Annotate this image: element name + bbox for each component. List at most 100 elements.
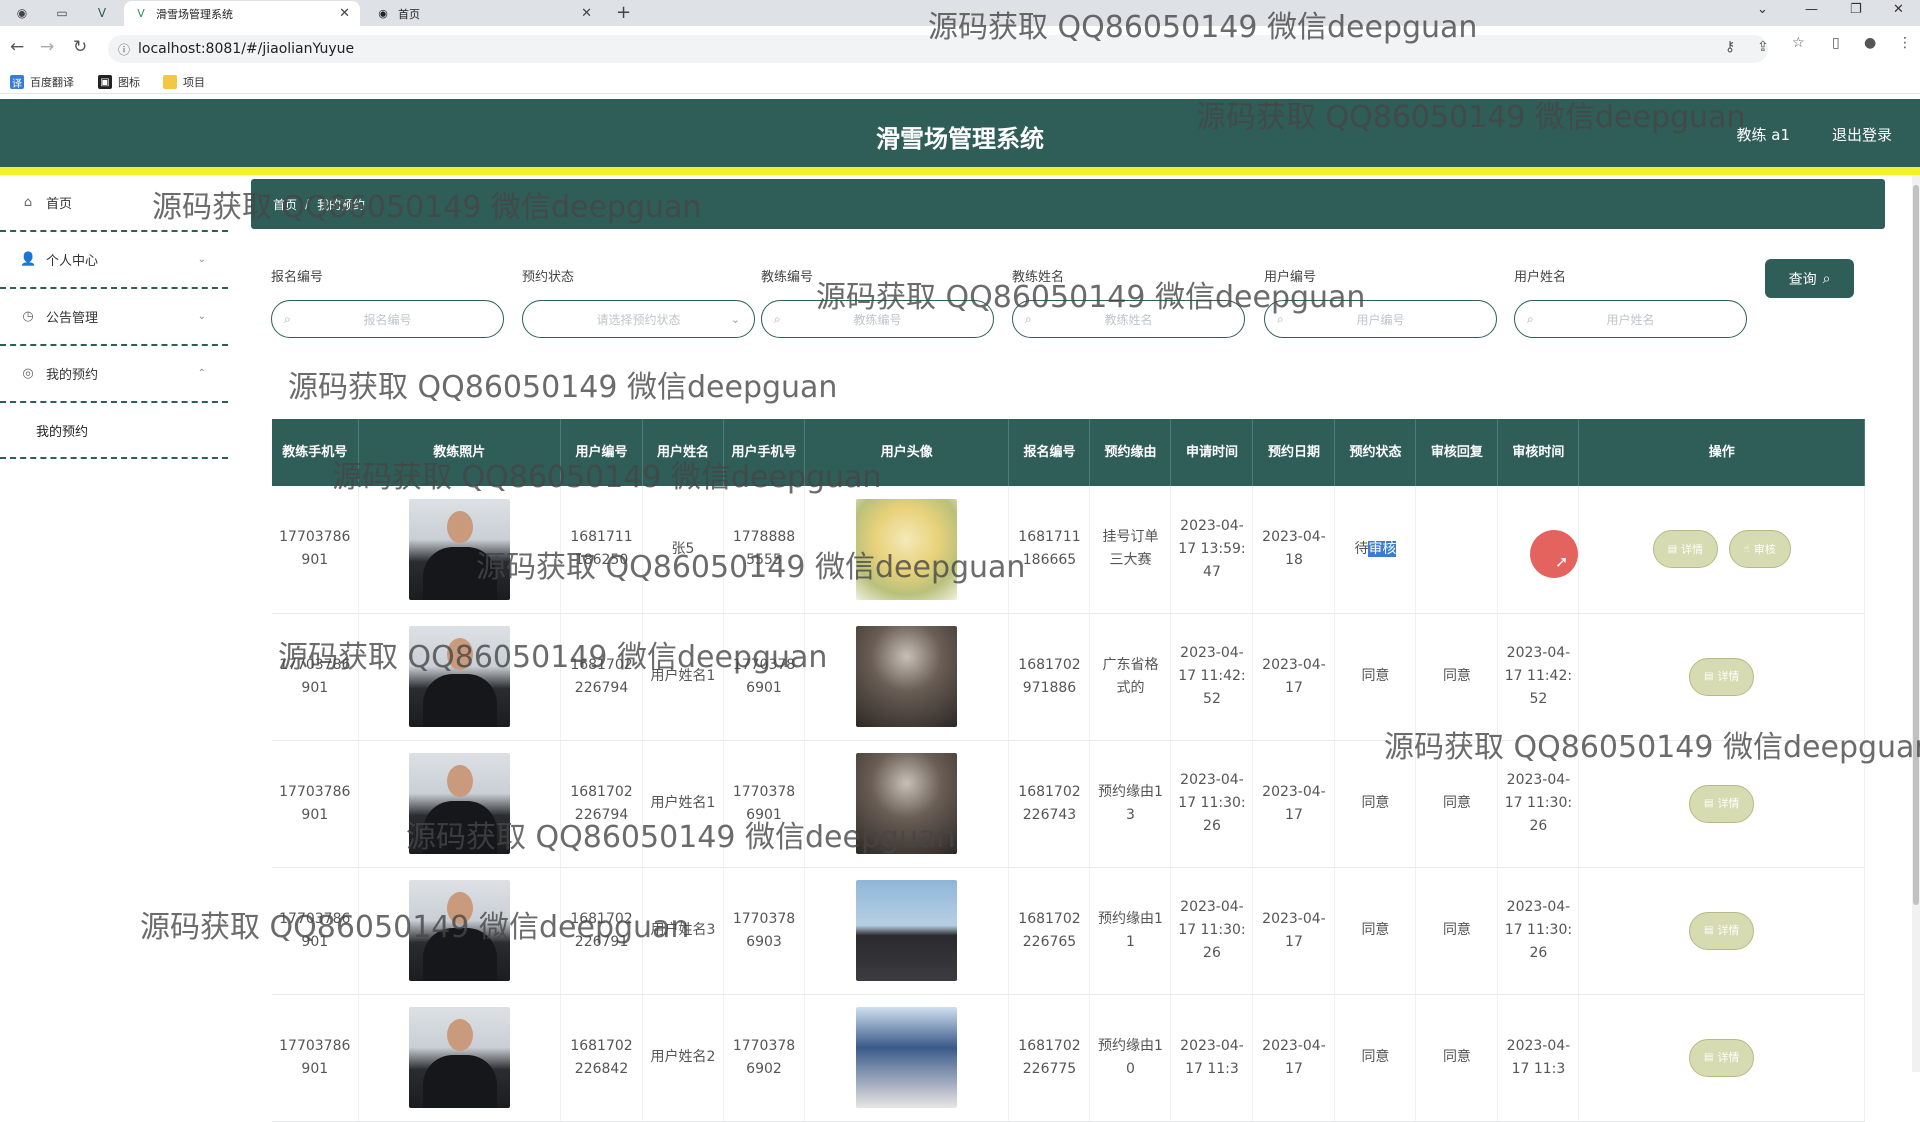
search-icon: ⌕ <box>1025 311 1032 326</box>
chevron-down-icon[interactable]: ⌄ <box>1757 2 1768 17</box>
breadcrumb-separator: / <box>305 197 310 211</box>
compass-icon: ◎ <box>22 366 34 381</box>
placeholder: 教练编号 <box>853 312 902 327</box>
user-phone-cell: 17703786901 <box>723 613 805 741</box>
coach-photo <box>408 880 510 981</box>
detail-button[interactable]: ▤ 详情 <box>1652 530 1719 569</box>
restore-icon[interactable]: ❐ <box>1850 2 1862 17</box>
order-no-cell: 1681711186665 <box>1008 486 1091 614</box>
column-header[interactable]: 用户姓名 <box>642 419 724 486</box>
column-header[interactable]: 用户编号 <box>560 419 644 486</box>
breadcrumb-home[interactable]: 首页 <box>273 196 297 213</box>
reason-cell: 挂号订单三大赛 <box>1089 486 1172 614</box>
bookmark-item[interactable]: 译 百度翻译 <box>10 74 74 90</box>
user-avatar <box>856 753 958 854</box>
column-header[interactable]: 教练手机号 <box>272 419 359 486</box>
user-phone-cell: 17703786903 <box>723 867 805 995</box>
button-label: 审核 <box>1753 542 1776 556</box>
audit-time-cell: 2023-04-17 11:3 <box>1497 994 1580 1122</box>
user-avatar-cell <box>804 867 1010 995</box>
coach-photo-cell <box>358 740 562 868</box>
back-icon[interactable]: ← <box>10 37 24 57</box>
query-button[interactable]: 查询 ⌕ <box>1765 259 1854 298</box>
detail-button[interactable]: ▤ 详情 <box>1688 657 1755 696</box>
new-tab-icon[interactable]: + <box>616 2 631 23</box>
sidebar-item-notice[interactable]: ◷ 公告管理 ⌄ <box>0 289 228 346</box>
sidebar-item-home[interactable]: ⌂ 首页 <box>0 175 228 232</box>
date-cell: 2023-04-17 <box>1252 994 1336 1122</box>
menu-icon[interactable]: ⋮ <box>1898 35 1912 51</box>
reply-cell: 同意 <box>1415 867 1499 995</box>
audit-time-cell: 2023-04-17 11:30:26 <box>1497 867 1580 995</box>
column-header[interactable]: 教练照片 <box>358 419 562 486</box>
column-header[interactable]: 审核回复 <box>1415 419 1499 486</box>
table-row: 17703786901 1681711186250 张5 17788885555… <box>272 486 1865 614</box>
user-avatar <box>856 626 958 727</box>
coach-no-input[interactable]: ⌕ 教练编号 <box>761 300 994 338</box>
date-cell: 2023-04-17 <box>1252 867 1336 995</box>
sidebar-subitem-booking[interactable]: 我的预约 <box>0 403 228 459</box>
minimize-icon[interactable]: — <box>1805 2 1818 17</box>
sidebar-item-profile[interactable]: 👤 个人中心 ⌄ <box>0 232 228 289</box>
audit-time-cell: 2023-04-17 11:30:26 <box>1497 740 1580 868</box>
order-no-cell: 1681702226765 <box>1008 867 1091 995</box>
order-no-input[interactable]: ⌕ 报名编号 <box>271 300 504 338</box>
share-icon[interactable]: ⇪ <box>1757 39 1769 55</box>
image-icon: ▣ <box>98 75 112 89</box>
tab-home[interactable]: ◉ 首页 ✕ <box>366 1 602 26</box>
column-header[interactable]: 操作 <box>1578 419 1865 486</box>
column-header[interactable]: 报名编号 <box>1008 419 1091 486</box>
tab-list-icon[interactable]: ▭ <box>50 4 74 22</box>
url-field[interactable]: ⓘ localhost:8081/#/jiaolianYuyue <box>108 35 1768 63</box>
field-label: 预约状态 <box>522 270 575 285</box>
chrome-icon[interactable]: ◉ <box>10 4 34 22</box>
table-row: 17703786901 1681702226794 用户姓名1 17703786… <box>272 613 1865 741</box>
user-name-input[interactable]: ⌕ 用户姓名 <box>1514 300 1747 338</box>
logout-link[interactable]: 退出登录 <box>1832 124 1892 145</box>
user-name-cell: 用户姓名1 <box>642 740 724 868</box>
audit-button[interactable]: ☝ 审核 <box>1728 530 1791 569</box>
page-scrollbar[interactable] <box>1912 175 1920 1072</box>
coach-phone-cell: 17703786901 <box>272 740 359 868</box>
column-header[interactable]: 预约日期 <box>1252 419 1336 486</box>
button-label: 详情 <box>1717 797 1740 810</box>
placeholder: 请选择预约状态 <box>596 312 681 327</box>
bookmark-item[interactable]: ▣ 图标 <box>98 74 140 90</box>
sidebar-item-label: 个人中心 <box>46 254 99 269</box>
tab-active[interactable]: V 滑雪场管理系统 ✕ <box>124 1 360 26</box>
user-no-cell: 1681702226794 <box>560 740 644 868</box>
profile-icon[interactable]: ● <box>1864 35 1876 51</box>
placeholder: 报名编号 <box>363 312 412 327</box>
field-label: 教练编号 <box>761 270 814 285</box>
field-label: 用户编号 <box>1264 270 1317 285</box>
column-header[interactable]: 预约缘由 <box>1089 419 1172 486</box>
user-avatar-cell <box>804 740 1010 868</box>
column-header[interactable]: 申请时间 <box>1170 419 1254 486</box>
column-header[interactable]: 用户手机号 <box>723 419 805 486</box>
coach-name-input[interactable]: ⌕ 教练姓名 <box>1012 300 1245 338</box>
key-icon[interactable]: ⚷ <box>1725 39 1735 55</box>
forward-icon[interactable]: → <box>40 37 54 57</box>
sidebar-item-booking[interactable]: ◎ 我的预约 ⌃ <box>0 346 228 403</box>
status-select[interactable]: 请选择预约状态 ⌄ <box>522 300 755 338</box>
vue-icon[interactable]: V <box>90 4 114 22</box>
close-icon[interactable]: ✕ <box>581 6 592 21</box>
bookmark-item[interactable]: 项目 <box>163 74 205 90</box>
column-header[interactable]: 审核时间 <box>1497 419 1580 486</box>
star-icon[interactable]: ☆ <box>1792 35 1805 51</box>
folder-icon <box>163 75 177 89</box>
status-cell: 同意 <box>1334 867 1417 995</box>
user-no-input[interactable]: ⌕ 用户编号 <box>1264 300 1497 338</box>
reload-icon[interactable]: ↻ <box>73 37 87 57</box>
sidepanel-icon[interactable]: ▯ <box>1832 35 1840 51</box>
home-icon: ⌂ <box>23 195 33 210</box>
close-icon[interactable]: ✕ <box>339 6 350 21</box>
scrollbar-thumb[interactable] <box>1913 185 1919 905</box>
detail-button[interactable]: ▤ 详情 <box>1688 1038 1755 1077</box>
user-avatar-cell <box>804 486 1010 614</box>
detail-button[interactable]: ▤ 详情 <box>1688 784 1755 823</box>
close-window-icon[interactable]: ✕ <box>1893 2 1904 17</box>
detail-button[interactable]: ▤ 详情 <box>1688 911 1755 950</box>
column-header[interactable]: 用户头像 <box>804 419 1010 486</box>
column-header[interactable]: 预约状态 <box>1334 419 1417 486</box>
